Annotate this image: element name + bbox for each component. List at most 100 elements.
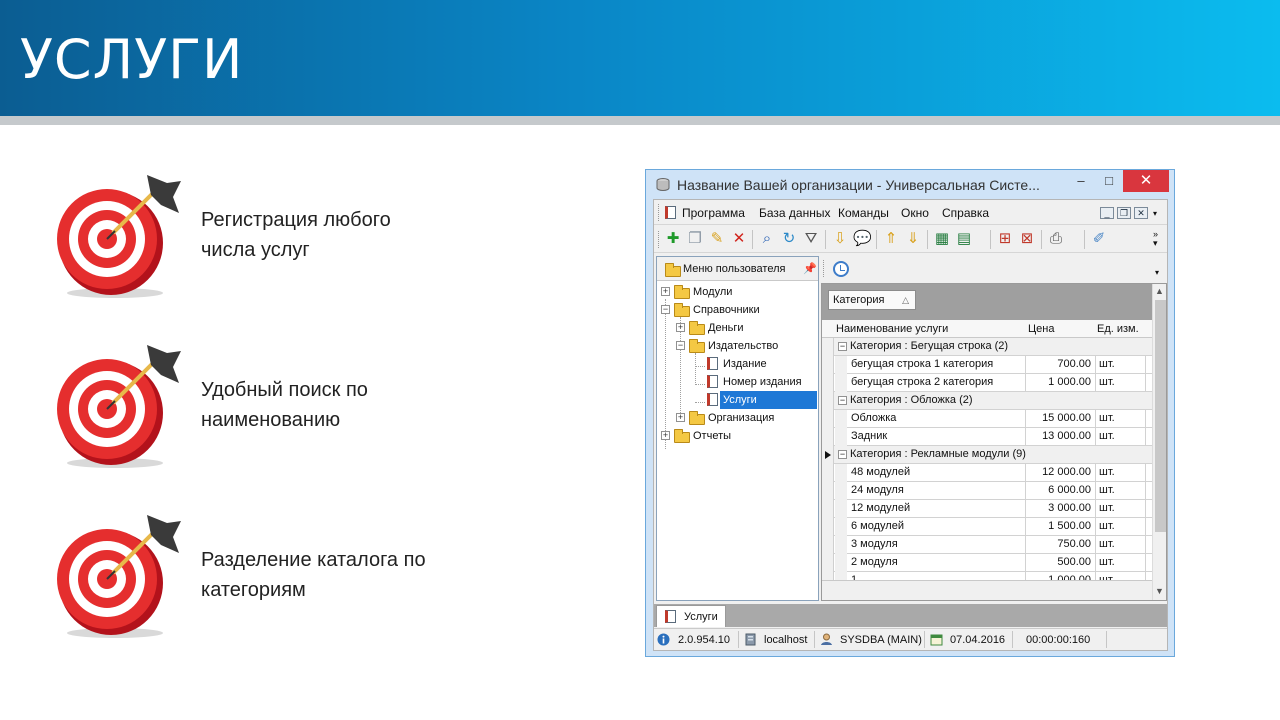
cell-price[interactable]: 3 000.00 bbox=[1026, 500, 1096, 518]
cell-name[interactable]: 24 модуля bbox=[848, 482, 1026, 500]
cell-name[interactable]: Обложка bbox=[848, 410, 1026, 428]
cell-unit[interactable]: шт. bbox=[1096, 518, 1146, 536]
table-row[interactable]: 2 модуля 500.00 шт. bbox=[822, 554, 1152, 572]
expand-icon[interactable]: + bbox=[676, 323, 685, 332]
close-button[interactable]: ✕ bbox=[1123, 170, 1169, 192]
table-row[interactable]: 48 модулей 12 000.00 шт. bbox=[822, 464, 1152, 482]
expand-icon[interactable]: + bbox=[676, 413, 685, 422]
title-bar[interactable]: Название Вашей организации - Универсальн… bbox=[646, 170, 1174, 198]
edit-icon[interactable]: ✎ bbox=[708, 230, 726, 248]
mdi-minimize-button[interactable]: _ bbox=[1100, 207, 1114, 219]
collapse-icon[interactable]: − bbox=[661, 305, 670, 314]
cell-unit[interactable]: шт. bbox=[1096, 410, 1146, 428]
cell-name[interactable]: бегущая строка 1 категория bbox=[848, 356, 1026, 374]
menu-overflow-icon[interactable]: ▾ bbox=[1153, 209, 1157, 218]
column-header-price[interactable]: Цена bbox=[1028, 323, 1054, 335]
menu-help[interactable]: Справка bbox=[942, 206, 989, 220]
cell-unit[interactable]: шт. bbox=[1096, 356, 1146, 374]
menu-grip-icon[interactable] bbox=[658, 204, 661, 221]
tree-item-services[interactable]: Услуги bbox=[657, 391, 818, 409]
pin-icon[interactable]: 📌 bbox=[803, 262, 817, 275]
cell-price[interactable]: 13 000.00 bbox=[1026, 428, 1096, 446]
mdi-document-icon[interactable] bbox=[665, 206, 676, 219]
cell-unit[interactable]: шт. bbox=[1096, 536, 1146, 554]
comment-icon[interactable]: 💬 bbox=[853, 230, 872, 248]
mdi-restore-button[interactable]: ❐ bbox=[1117, 207, 1131, 219]
group-row[interactable]: − Категория : Рекламные модули (9) bbox=[822, 446, 1152, 464]
search-icon[interactable]: ⌕ bbox=[758, 230, 776, 248]
cell-price[interactable]: 700.00 bbox=[1026, 356, 1096, 374]
scroll-down-icon[interactable]: ▼ bbox=[1155, 586, 1164, 596]
excel-menu-icon[interactable]: ▤ bbox=[955, 230, 973, 248]
table-row[interactable]: 24 модуля 6 000.00 шт. bbox=[822, 482, 1152, 500]
cell-price[interactable]: 1 000.00 bbox=[1026, 374, 1096, 392]
menu-window[interactable]: Окно bbox=[901, 206, 929, 220]
history-clock-icon[interactable] bbox=[833, 261, 849, 277]
scroll-thumb[interactable] bbox=[1155, 300, 1166, 532]
table-row[interactable]: Обложка 15 000.00 шт. bbox=[822, 410, 1152, 428]
tree-item-modules[interactable]: + Модули bbox=[657, 283, 818, 301]
tree-item-reports[interactable]: + Отчеты bbox=[657, 427, 818, 445]
cell-name[interactable]: Задник bbox=[848, 428, 1026, 446]
cell-unit[interactable]: шт. bbox=[1096, 428, 1146, 446]
tree-item-references[interactable]: − Справочники bbox=[657, 301, 818, 319]
grid-toolbar-overflow-icon[interactable]: ▾ bbox=[1155, 268, 1159, 277]
cell-unit[interactable]: шт. bbox=[1096, 482, 1146, 500]
sort-asc-icon[interactable]: △ bbox=[902, 291, 909, 309]
settings-icon[interactable]: ✐ bbox=[1090, 230, 1108, 248]
table-row[interactable]: 12 модулей 3 000.00 шт. bbox=[822, 500, 1152, 518]
cell-price[interactable]: 750.00 bbox=[1026, 536, 1096, 554]
cell-price[interactable]: 1 500.00 bbox=[1026, 518, 1096, 536]
grid-vertical-scrollbar[interactable]: ▲ ▼ bbox=[1152, 284, 1166, 600]
refresh-icon[interactable]: ↻ bbox=[780, 230, 798, 248]
tree-up-icon[interactable]: ⇑ bbox=[882, 230, 900, 248]
grid-toolbar-grip-icon[interactable] bbox=[823, 260, 826, 277]
expand-icon[interactable]: + bbox=[661, 431, 670, 440]
cell-price[interactable]: 6 000.00 bbox=[1026, 482, 1096, 500]
column-header-name[interactable]: Наименование услуги bbox=[836, 323, 948, 335]
tree-item-edition[interactable]: Издание bbox=[657, 355, 818, 373]
group-collapse-icon[interactable]: − bbox=[838, 342, 847, 351]
cell-unit[interactable]: шт. bbox=[1096, 554, 1146, 572]
print-icon[interactable]: ⎙ bbox=[1047, 230, 1065, 248]
cell-name[interactable]: 2 модуля bbox=[848, 554, 1026, 572]
delete-icon[interactable]: ✕ bbox=[730, 230, 748, 248]
column-header-unit[interactable]: Ед. изм. bbox=[1097, 323, 1139, 335]
menu-program[interactable]: Программа bbox=[682, 206, 745, 220]
close-window-icon[interactable]: ⊠ bbox=[1018, 230, 1036, 248]
tree-item-publishing[interactable]: − Издательство bbox=[657, 337, 818, 355]
table-row[interactable]: Задник 13 000.00 шт. bbox=[822, 428, 1152, 446]
cell-name[interactable]: 12 модулей bbox=[848, 500, 1026, 518]
scroll-up-icon[interactable]: ▲ bbox=[1155, 286, 1164, 296]
group-by-chip[interactable]: Категория △ bbox=[828, 290, 916, 310]
filter-icon[interactable]: ⛛ bbox=[802, 230, 820, 248]
toolbar-overflow-icon[interactable]: » ▾ bbox=[1153, 230, 1158, 248]
toolbar-grip-icon[interactable] bbox=[658, 231, 661, 248]
collapse-icon[interactable]: − bbox=[676, 341, 685, 350]
cell-name[interactable]: 48 модулей bbox=[848, 464, 1026, 482]
maximize-button[interactable]: □ bbox=[1095, 170, 1123, 192]
cell-price[interactable]: 15 000.00 bbox=[1026, 410, 1096, 428]
group-row[interactable]: − Категория : Обложка (2) bbox=[822, 392, 1152, 410]
cell-price[interactable]: 500.00 bbox=[1026, 554, 1096, 572]
tree-item-money[interactable]: + Деньги bbox=[657, 319, 818, 337]
cell-name[interactable]: бегущая строка 2 категория bbox=[848, 374, 1026, 392]
table-row[interactable]: бегущая строка 2 категория 1 000.00 шт. bbox=[822, 374, 1152, 392]
group-collapse-icon[interactable]: − bbox=[838, 396, 847, 405]
tree-down-icon[interactable]: ⇓ bbox=[904, 230, 922, 248]
cell-name[interactable]: 6 модулей bbox=[848, 518, 1026, 536]
table-row[interactable]: 3 модуля 750.00 шт. bbox=[822, 536, 1152, 554]
mdi-close-button[interactable]: ✕ bbox=[1134, 207, 1148, 219]
menu-commands[interactable]: Команды bbox=[838, 206, 889, 220]
menu-database[interactable]: База данных bbox=[759, 206, 830, 220]
minimize-button[interactable]: – bbox=[1067, 170, 1095, 192]
copy-icon[interactable]: ❐ bbox=[686, 230, 704, 248]
expand-icon[interactable]: + bbox=[661, 287, 670, 296]
add-icon[interactable]: ✚ bbox=[664, 230, 682, 248]
cell-unit[interactable]: шт. bbox=[1096, 500, 1146, 518]
table-row[interactable]: бегущая строка 1 категория 700.00 шт. bbox=[822, 356, 1152, 374]
group-row[interactable]: − Категория : Бегущая строка (2) bbox=[822, 338, 1152, 356]
tree-item-organization[interactable]: + Организация bbox=[657, 409, 818, 427]
cell-unit[interactable]: шт. bbox=[1096, 374, 1146, 392]
cell-price[interactable]: 12 000.00 bbox=[1026, 464, 1096, 482]
